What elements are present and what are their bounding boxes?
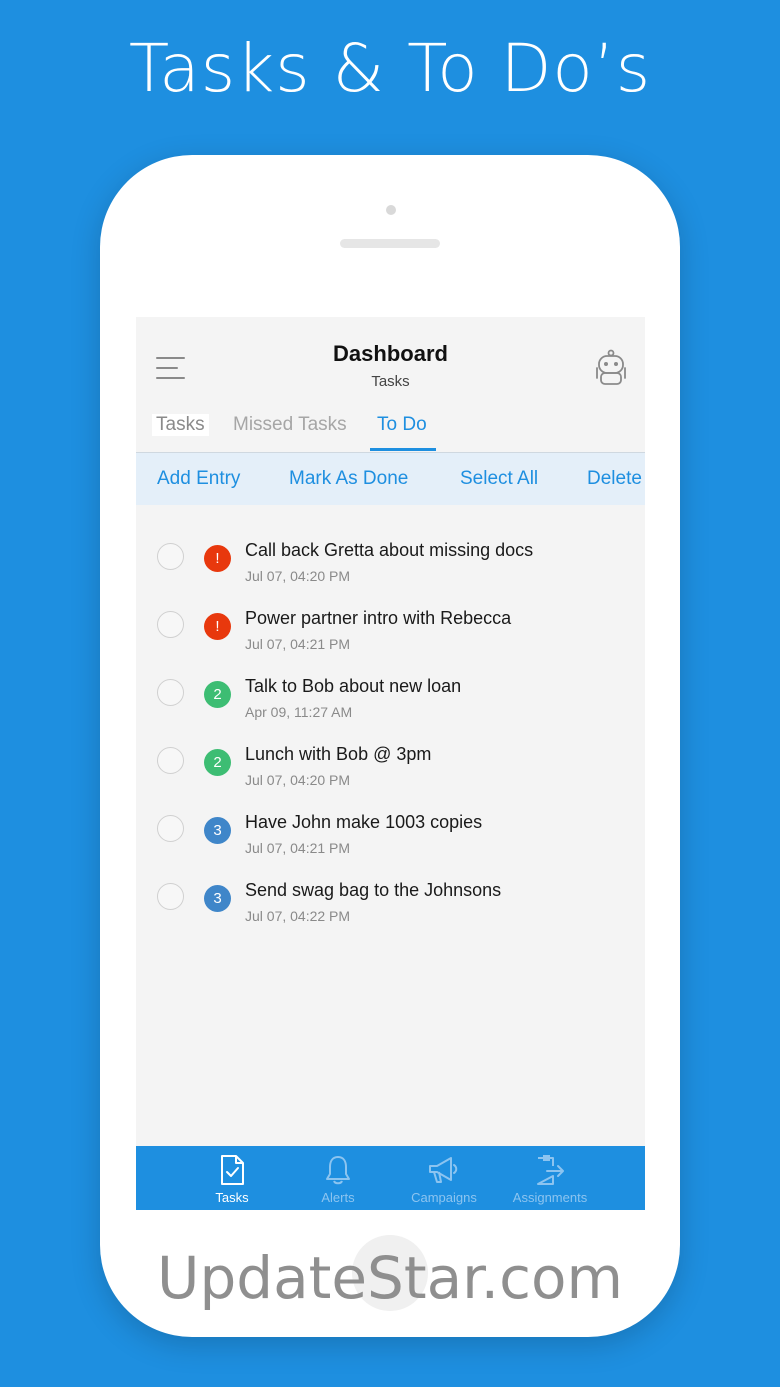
phone-speaker xyxy=(340,239,440,248)
item-timestamp: Jul 07, 04:21 PM xyxy=(245,840,351,856)
tabbar-label: Tasks xyxy=(215,1190,249,1205)
segment-tabs: Tasks Missed Tasks To Do xyxy=(136,404,645,453)
robot-assistant-icon[interactable] xyxy=(594,349,628,387)
assignment-export-icon xyxy=(537,1155,564,1185)
item-timestamp: Jul 07, 04:20 PM xyxy=(245,772,351,788)
checkbox[interactable] xyxy=(157,883,184,910)
promo-headline: Tasks & To Do’s xyxy=(128,30,652,107)
priority-badge: ! xyxy=(204,613,231,640)
item-title: Send swag bag to the Johnsons xyxy=(245,880,502,900)
checkbox[interactable] xyxy=(157,747,184,774)
item-timestamp: Jul 07, 04:20 PM xyxy=(245,568,351,584)
megaphone-icon xyxy=(429,1157,458,1183)
tabbar-item-tasks[interactable]: Tasks xyxy=(182,1154,282,1205)
select-all-button[interactable]: Select All xyxy=(460,468,538,490)
tab-to-do[interactable]: To Do xyxy=(377,414,427,436)
item-title: Talk to Bob about new loan xyxy=(245,676,462,696)
tabbar-label: Alerts xyxy=(321,1190,355,1205)
task-document-icon xyxy=(221,1155,244,1185)
active-tab-indicator xyxy=(370,448,436,451)
checkbox[interactable] xyxy=(157,611,184,638)
todo-list: ! Call back Gretta about missing docs Ju… xyxy=(136,505,645,933)
item-timestamp: Jul 07, 04:22 PM xyxy=(245,908,351,924)
checkbox[interactable] xyxy=(157,679,184,706)
list-item[interactable]: 3 Have John make 1003 copies Jul 07, 04:… xyxy=(136,797,645,865)
item-timestamp: Jul 07, 04:21 PM xyxy=(245,636,351,652)
tabbar-label: Campaigns xyxy=(411,1190,477,1205)
tab-tasks[interactable]: Tasks xyxy=(152,414,209,436)
list-item[interactable]: 2 Talk to Bob about new loan Apr 09, 11:… xyxy=(136,661,645,729)
list-item[interactable]: 2 Lunch with Bob @ 3pm Jul 07, 04:20 PM xyxy=(136,729,645,797)
list-item[interactable]: 3 Send swag bag to the Johnsons Jul 07, … xyxy=(136,865,645,933)
item-title: Power partner intro with Rebecca xyxy=(245,608,512,628)
page-title: Dashboard xyxy=(333,341,448,366)
item-timestamp: Apr 09, 11:27 AM xyxy=(245,704,353,720)
list-item[interactable]: ! Power partner intro with Rebecca Jul 0… xyxy=(136,593,645,661)
priority-badge: 2 xyxy=(204,681,231,708)
app-screen: Dashboard Tasks Tasks Missed Tasks To Do… xyxy=(136,317,645,1210)
navigation-header: Dashboard Tasks xyxy=(136,317,645,404)
item-title: Have John make 1003 copies xyxy=(245,812,483,832)
bottom-tab-bar: Tasks Alerts Campaigns Assignments xyxy=(136,1146,645,1210)
item-title: Call back Gretta about missing docs xyxy=(245,540,534,560)
tabbar-item-assignments[interactable]: Assignments xyxy=(500,1154,600,1205)
tabbar-item-campaigns[interactable]: Campaigns xyxy=(394,1154,494,1205)
page-subtitle: Tasks xyxy=(371,373,410,390)
add-entry-button[interactable]: Add Entry xyxy=(157,468,240,490)
list-item[interactable]: ! Call back Gretta about missing docs Ju… xyxy=(136,525,645,593)
delete-button[interactable]: Delete xyxy=(587,468,642,490)
tabbar-label: Assignments xyxy=(512,1190,588,1205)
priority-badge: ! xyxy=(204,545,231,572)
phone-camera xyxy=(386,205,396,215)
priority-badge: 2 xyxy=(204,749,231,776)
priority-badge: 3 xyxy=(204,817,231,844)
tab-missed-tasks[interactable]: Missed Tasks xyxy=(233,414,347,436)
mark-as-done-button[interactable]: Mark As Done xyxy=(289,468,408,490)
priority-badge: 3 xyxy=(204,885,231,912)
bell-icon xyxy=(326,1156,350,1185)
checkbox[interactable] xyxy=(157,815,184,842)
checkbox[interactable] xyxy=(157,543,184,570)
tabbar-item-alerts[interactable]: Alerts xyxy=(288,1154,388,1205)
action-toolbar: Add Entry Mark As Done Select All Delete xyxy=(136,453,645,505)
watermark-logo: UpdateStar.com xyxy=(157,1244,623,1312)
item-title: Lunch with Bob @ 3pm xyxy=(245,744,432,764)
